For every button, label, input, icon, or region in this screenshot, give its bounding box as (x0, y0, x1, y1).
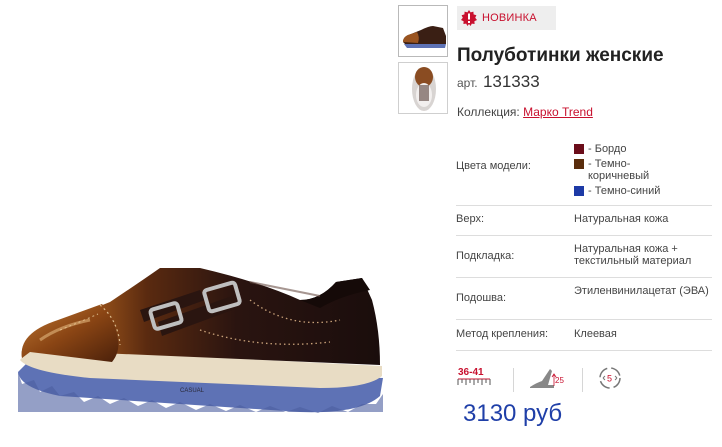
svg-text:25: 25 (555, 376, 564, 385)
spec-sole-label: Подошва: (456, 292, 507, 304)
spec-lining-label: Подкладка: (456, 250, 515, 262)
spec-divider (456, 205, 712, 206)
color-name: - Бордо (588, 143, 627, 155)
spec-sole-value: Этиленвинилацетат (ЭВА) (574, 285, 709, 297)
collection-label: Коллекция: (457, 105, 520, 119)
shoe-illustration: CASUAL (18, 268, 383, 413)
new-badge-label: НОВИНКА (482, 12, 537, 24)
product-title: Полуботинки женские (457, 45, 664, 66)
spec-upper-label: Верх: (456, 213, 485, 225)
collection-link[interactable]: Марко Trend (523, 105, 593, 119)
product-price: 3130 руб (463, 400, 563, 427)
spec-colors-label: Цвета модели: (456, 160, 531, 172)
spec-colors: Цвета модели: - Бордо - Темно-коричневый… (456, 140, 712, 202)
color-swatch-bordo (574, 144, 584, 154)
svg-text:CASUAL: CASUAL (180, 388, 205, 394)
spec-lining-value: Натуральная кожа + текстильный материал (574, 243, 692, 267)
spec-lining: Подкладка: Натуральная кожа + текстильны… (456, 243, 712, 273)
spec-sole: Подошва: Этиленвинилацетат (ЭВА) (456, 285, 712, 315)
color-option-dark-brown[interactable]: - Темно-коричневый (574, 158, 714, 182)
new-badge-icon (461, 10, 477, 26)
spec-divider (456, 235, 712, 236)
new-badge: НОВИНКА (457, 6, 556, 30)
spec-fastening-value: Клеевая (574, 328, 617, 340)
feature-icons-row: 36-41 25 5 (456, 363, 716, 399)
product-main-image[interactable]: CASUAL (0, 0, 395, 447)
sku-label: арт. (457, 76, 478, 90)
icon-separator (513, 368, 514, 392)
color-name: - Темно-коричневый (588, 158, 650, 182)
svg-text:5: 5 (607, 374, 612, 384)
product-collection: Коллекция: Марко Trend (457, 105, 593, 119)
spec-fastening: Метод крепления: Клеевая (456, 328, 712, 344)
icon-separator (582, 368, 583, 392)
spec-divider (456, 277, 712, 278)
spec-divider (456, 350, 712, 351)
spec-upper: Верх: Натуральная кожа (456, 213, 712, 233)
spec-divider (456, 319, 712, 320)
sku-number: 131333 (482, 72, 540, 91)
heel-height-icon[interactable]: 25 (526, 363, 570, 393)
color-list: - Бордо - Темно-коричневый - Темно-синий (574, 143, 714, 200)
product-sku: арт. 131333 (457, 72, 540, 92)
shoe-side-thumbnail-icon (403, 26, 446, 48)
thumbnail-top-view[interactable] (398, 62, 448, 114)
color-option-bordo[interactable]: - Бордо (574, 143, 714, 155)
thumbnail-strip (398, 5, 450, 119)
thumbnail-side-view[interactable] (398, 5, 448, 57)
color-swatch-dark-brown (574, 159, 584, 169)
svg-text:36-41: 36-41 (458, 367, 484, 378)
spec-upper-value: Натуральная кожа (574, 213, 669, 225)
color-swatch-dark-blue (574, 186, 584, 196)
warranty-icon[interactable]: 5 (594, 363, 628, 393)
spec-fastening-label: Метод крепления: (456, 328, 549, 340)
color-name: - Темно-синий (588, 185, 661, 197)
color-option-dark-blue[interactable]: - Темно-синий (574, 185, 714, 197)
size-range-icon[interactable]: 36-41 (456, 363, 496, 393)
shoe-top-thumbnail-icon (412, 67, 436, 111)
